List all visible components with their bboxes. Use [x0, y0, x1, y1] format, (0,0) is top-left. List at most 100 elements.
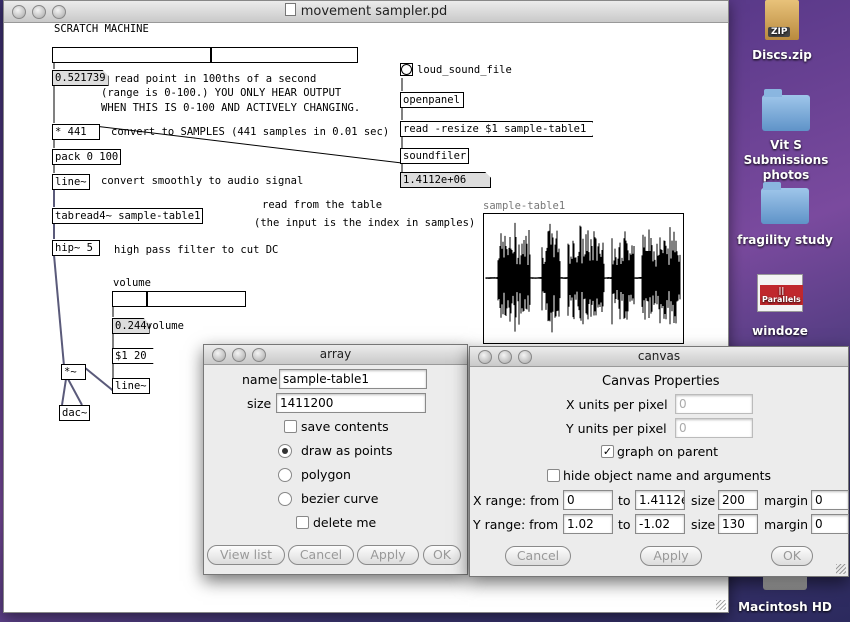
zoom-window-button[interactable]	[252, 348, 266, 362]
sample-table-graph[interactable]	[483, 213, 684, 344]
save-contents-checkbox[interactable]	[284, 420, 297, 433]
hide-name-checkbox[interactable]	[547, 469, 560, 482]
resize-grip-icon[interactable]	[836, 564, 846, 574]
bang-circle-icon	[401, 64, 412, 75]
array-ok-button[interactable]: OK	[423, 545, 461, 565]
parallels-icon: || Parallels	[757, 274, 803, 312]
minimize-window-button[interactable]	[498, 350, 512, 364]
read-resize-message[interactable]: read -resize $1 sample-table1	[400, 121, 593, 137]
multiply-tilde-object[interactable]: *~	[61, 364, 86, 380]
comment-scratch-machine: SCRATCH MACHINE	[54, 23, 149, 35]
line-tilde-object-2[interactable]: line~	[112, 378, 150, 394]
x-units-field[interactable]: 0	[675, 394, 753, 414]
tabread4-object[interactable]: tabread4~ sample-table1	[52, 208, 204, 224]
x-range-margin-label: margin	[764, 493, 809, 508]
ramp-message[interactable]: $1 20	[112, 348, 154, 364]
array-size-field[interactable]: 1411200	[276, 393, 426, 413]
x-units-label: X units per pixel	[566, 397, 668, 412]
graph-on-parent-label: graph on parent	[617, 444, 719, 459]
desktop-icon-label: fragility study	[737, 233, 833, 247]
desktop-icon-windoze[interactable]: || Parallels windoze	[745, 274, 815, 338]
comment-read-table-2: (the input is the index in samples)	[254, 217, 476, 229]
array-dialog-titlebar[interactable]: array	[204, 345, 467, 365]
x-range-from-field[interactable]: 0	[563, 490, 613, 510]
line-tilde-object[interactable]: line~	[52, 174, 90, 190]
y-range-size-label: size	[691, 517, 716, 532]
y-range-margin-label: margin	[764, 517, 809, 532]
comment-read-point-1: read point in 100ths of a second	[114, 73, 317, 85]
soundfiler-output-number[interactable]: 1.4112e+06	[400, 172, 491, 188]
comment-highpass: high pass filter to cut DC	[114, 244, 279, 256]
desktop-icon-fragility-study[interactable]: fragility study	[730, 182, 840, 247]
y-range-to-label: to	[618, 517, 631, 532]
desktop-icon-discs-zip[interactable]: ZIP Discs.zip	[752, 0, 812, 62]
y-units-field[interactable]: 0	[675, 418, 753, 438]
volume-slider-knob[interactable]	[145, 292, 148, 306]
hide-name-label: hide object name and arguments	[563, 468, 772, 483]
draw-as-points-label: draw as points	[301, 443, 393, 458]
view-list-button[interactable]: View list	[207, 545, 285, 565]
close-window-button[interactable]	[478, 350, 492, 364]
desktop-icon-label: Discs.zip	[752, 48, 812, 62]
hip-object[interactable]: hip~ 5	[52, 240, 100, 256]
read-point-slider-knob[interactable]	[210, 48, 213, 62]
canvas-ok-button[interactable]: OK	[771, 546, 813, 566]
comment-volume-title: volume	[113, 277, 151, 289]
name-label: name	[242, 372, 278, 387]
graph-on-parent-checkbox[interactable]: ✓	[601, 445, 614, 458]
canvas-dialog-titlebar[interactable]: canvas	[470, 347, 848, 367]
parallels-badge: || Parallels	[760, 285, 803, 305]
y-range-size-field[interactable]: 130	[718, 514, 758, 534]
bezier-curve-label: bezier curve	[301, 491, 379, 506]
save-contents-label: save contents	[301, 419, 389, 434]
volume-slider[interactable]	[112, 291, 246, 307]
minimize-window-button[interactable]	[232, 348, 246, 362]
polygon-radio[interactable]	[278, 468, 292, 482]
x-range-size-label: size	[691, 493, 716, 508]
openpanel-object[interactable]: openpanel	[400, 92, 464, 108]
close-window-button[interactable]	[212, 348, 226, 362]
bezier-curve-radio[interactable]	[278, 492, 292, 506]
desktop-icon-macintosh-hd[interactable]: Macintosh HD	[730, 572, 840, 614]
array-properties-dialog: array name sample-table1 size 1411200 sa…	[203, 344, 468, 575]
delete-me-checkbox[interactable]	[296, 516, 309, 529]
read-point-number[interactable]: 0.521739	[52, 70, 109, 86]
y-range-to-field[interactable]: -1.02	[635, 514, 685, 534]
volume-number[interactable]: 0.244	[112, 318, 150, 334]
x-range-to-label: to	[618, 493, 631, 508]
canvas-dialog-title: canvas	[637, 349, 681, 363]
y-range-from-field[interactable]: 1.02	[563, 514, 613, 534]
comment-volume-label: volume	[146, 320, 184, 332]
zip-file-icon: ZIP	[765, 0, 799, 40]
desktop-icon-label: Macintosh HD	[738, 600, 832, 614]
folder-icon	[761, 182, 809, 224]
canvas-cancel-button[interactable]: Cancel	[505, 546, 571, 566]
delete-me-label: delete me	[313, 515, 377, 530]
pack-object[interactable]: pack 0 100	[52, 149, 122, 165]
array-apply-button[interactable]: Apply	[357, 545, 419, 565]
draw-as-points-radio[interactable]	[278, 444, 292, 458]
graph-label: sample-table1	[483, 200, 566, 212]
comment-read-point-3: WHEN THIS IS 0-100 AND ACTIVELY CHANGING…	[101, 102, 361, 114]
x-range-size-field[interactable]: 200	[718, 490, 758, 510]
y-units-label: Y units per pixel	[566, 421, 667, 436]
comment-convert-samples: convert to SAMPLES (441 samples in 0.01 …	[111, 126, 390, 138]
canvas-apply-button[interactable]: Apply	[640, 546, 702, 566]
array-name-field[interactable]: sample-table1	[279, 369, 427, 389]
desktop-icon-vit-submissions[interactable]: Vit S Submissions photos	[726, 89, 846, 183]
dac-object[interactable]: dac~	[59, 405, 91, 421]
comment-read-table-1: read from the table	[262, 199, 383, 211]
bang-label: loud_sound_file	[417, 64, 512, 76]
zoom-window-button[interactable]	[518, 350, 532, 364]
x-range-to-field[interactable]: 1.4112e	[635, 490, 685, 510]
loud-sound-file-bang[interactable]	[400, 63, 413, 76]
waveform-icon	[485, 222, 681, 333]
multiply-441-object[interactable]: * 441	[52, 124, 100, 140]
array-cancel-button[interactable]: Cancel	[288, 545, 354, 565]
desktop-icon-label: Vit S Submissions photos	[743, 138, 829, 182]
resize-grip-icon[interactable]	[716, 600, 726, 610]
y-range-margin-field[interactable]: 0	[811, 514, 849, 534]
read-point-slider[interactable]	[52, 47, 358, 63]
x-range-margin-field[interactable]: 0	[811, 490, 849, 510]
soundfiler-object[interactable]: soundfiler	[400, 148, 470, 164]
